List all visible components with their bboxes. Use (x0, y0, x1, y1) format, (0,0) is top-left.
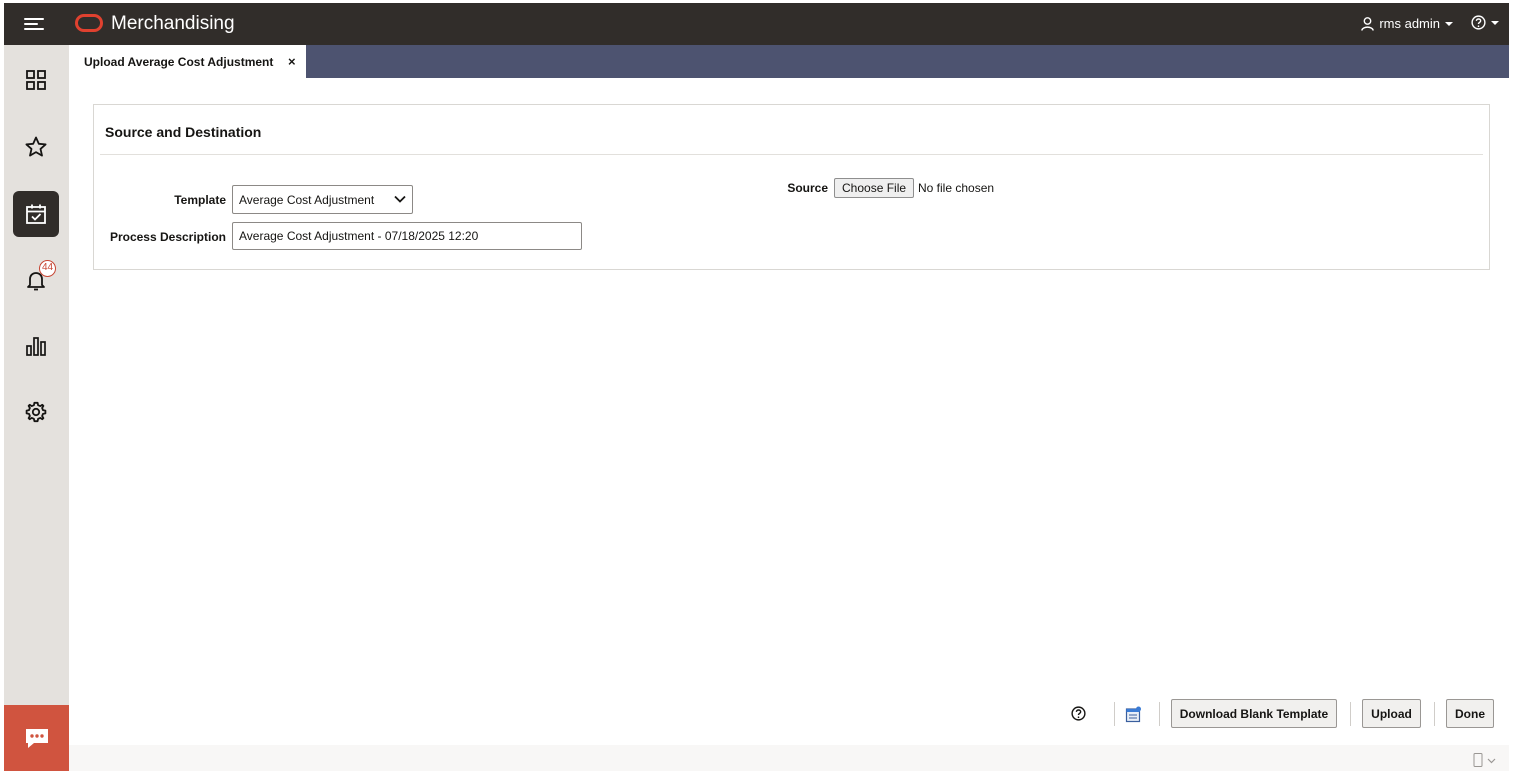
help-icon (1071, 706, 1086, 721)
calendar-check-icon (26, 204, 46, 224)
app-window: Merchandising rms admin 44 Upload Averag… (4, 3, 1509, 771)
process-description-input[interactable] (232, 222, 582, 250)
tab-strip: Upload Average Cost Adjustment × (69, 45, 1509, 78)
divider (1114, 702, 1115, 726)
template-select[interactable]: Average Cost Adjustment (232, 185, 413, 214)
rail-item-notifications[interactable]: 44 (13, 257, 59, 303)
source-destination-panel: Source and Destination Template Average … (93, 104, 1490, 270)
gear-icon (25, 401, 47, 423)
menu-icon[interactable] (24, 16, 46, 32)
divider (1350, 702, 1351, 726)
navigation-rail: 44 (4, 45, 69, 705)
chevron-down-icon (1491, 20, 1499, 25)
page-help-button[interactable] (1071, 706, 1086, 726)
rail-item-reports[interactable] (13, 323, 59, 369)
file-status: No file chosen (918, 181, 995, 195)
rail-item-dashboard[interactable] (13, 57, 59, 103)
rail-item-settings[interactable] (13, 389, 59, 435)
template-label: Template (174, 193, 226, 207)
rail-item-favorites[interactable] (13, 124, 59, 170)
chevron-down-icon (1445, 21, 1453, 26)
device-icon[interactable] (1473, 753, 1499, 767)
document-list-icon (1125, 706, 1141, 723)
status-footer (69, 745, 1509, 771)
done-button[interactable]: Done (1446, 699, 1494, 728)
source-label: Source (787, 181, 828, 195)
tab-label: Upload Average Cost Adjustment (84, 54, 274, 69)
close-icon[interactable]: × (288, 54, 296, 69)
notification-badge: 44 (39, 260, 57, 277)
oracle-logo (75, 14, 103, 32)
download-blank-template-button[interactable]: Download Blank Template (1171, 699, 1337, 728)
user-icon (1361, 16, 1375, 31)
chat-icon (25, 729, 48, 748)
help-icon (1471, 15, 1486, 30)
template-select-value: Average Cost Adjustment (239, 193, 375, 207)
chat-button[interactable] (4, 705, 69, 771)
app-title: Merchandising (111, 13, 235, 34)
global-header: Merchandising rms admin (4, 3, 1509, 45)
user-menu[interactable]: rms admin (1361, 16, 1453, 31)
rail-item-tasks[interactable] (13, 191, 59, 237)
bar-chart-icon (26, 337, 46, 356)
panel-title: Source and Destination (105, 124, 262, 140)
upload-button[interactable]: Upload (1362, 699, 1421, 728)
divider (1159, 702, 1160, 726)
help-menu[interactable] (1471, 15, 1499, 30)
grid-icon (26, 70, 46, 90)
divider (1434, 702, 1435, 726)
user-name: rms admin (1379, 16, 1440, 31)
document-list-button[interactable] (1125, 706, 1142, 728)
chevron-down-icon (394, 195, 406, 203)
star-icon (25, 136, 47, 157)
choose-file-button[interactable]: Choose File (834, 178, 915, 198)
tab-upload-average-cost-adjustment[interactable]: Upload Average Cost Adjustment × (69, 45, 306, 78)
process-description-label: Process Description (109, 230, 226, 244)
divider (100, 154, 1483, 155)
